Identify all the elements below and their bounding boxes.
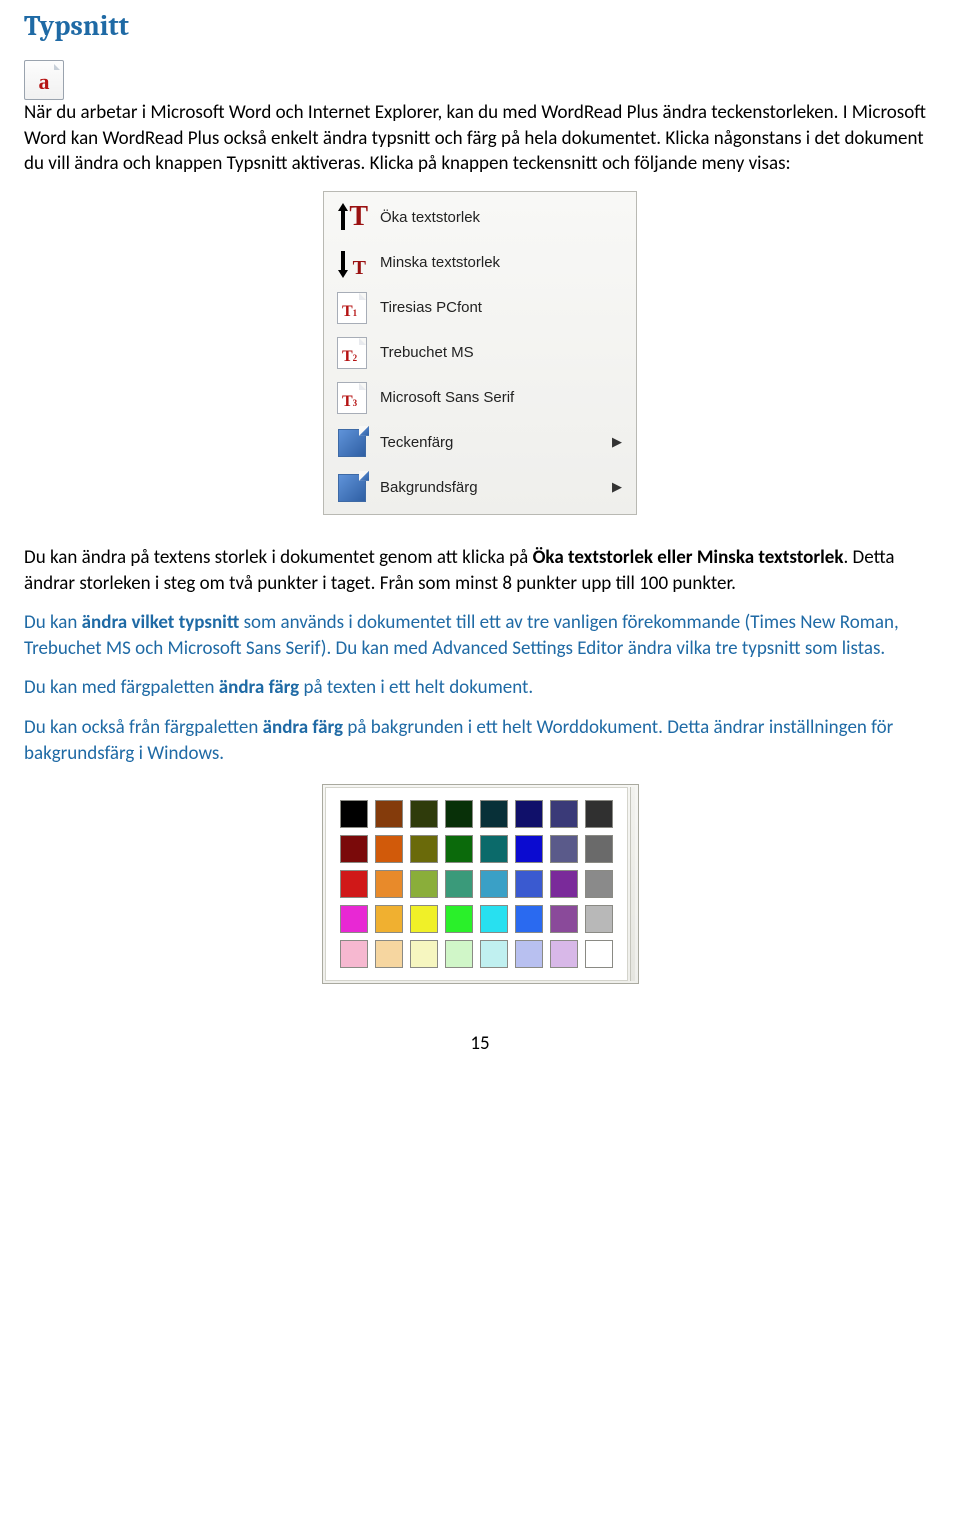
color-swatch[interactable] <box>480 905 508 933</box>
color-swatch[interactable] <box>445 835 473 863</box>
text: Du kan ändra på textens storlek i dokume… <box>24 546 533 569</box>
menu-item-decrease-size[interactable]: T Minska textstorlek <box>324 240 636 285</box>
color-swatch[interactable] <box>585 870 613 898</box>
color-swatch[interactable] <box>550 800 578 828</box>
color-palette-grid <box>340 800 613 968</box>
menu-item-label: Microsoft Sans Serif <box>374 389 628 406</box>
color-swatch[interactable] <box>515 835 543 863</box>
menu-item-background-color[interactable]: Bakgrundsfärg ▶ <box>324 465 636 510</box>
menu-item-label: Öka textstorlek <box>374 209 628 226</box>
color-swatch[interactable] <box>585 905 613 933</box>
color-swatch[interactable] <box>375 905 403 933</box>
color-swatch[interactable] <box>585 800 613 828</box>
color-swatch[interactable] <box>410 905 438 933</box>
chevron-right-icon: ▶ <box>612 480 628 495</box>
page-number: 15 <box>24 1032 936 1055</box>
color-swatch[interactable] <box>480 940 508 968</box>
color-swatch[interactable] <box>410 835 438 863</box>
paragraph-size: Du kan ändra på textens storlek i dokume… <box>24 545 936 596</box>
text-bold: ändra färg <box>219 676 299 699</box>
color-swatch[interactable] <box>515 800 543 828</box>
font-doc-icon: T1 <box>330 292 374 324</box>
color-swatch[interactable] <box>375 870 403 898</box>
color-swatch[interactable] <box>410 940 438 968</box>
text: på texten i ett helt dokument. <box>299 676 533 699</box>
color-icon <box>330 474 374 502</box>
color-swatch[interactable] <box>585 835 613 863</box>
text-bold: ändra färg <box>263 716 343 739</box>
color-swatch[interactable] <box>550 835 578 863</box>
color-swatch[interactable] <box>445 800 473 828</box>
color-swatch[interactable] <box>410 800 438 828</box>
color-swatch[interactable] <box>550 940 578 968</box>
typsnitt-menu: T Öka textstorlek T Minska textstorlek T… <box>323 191 637 515</box>
menu-item-text-color[interactable]: Teckenfärg ▶ <box>324 420 636 465</box>
decrease-text-size-icon: T <box>330 246 374 280</box>
color-swatch[interactable] <box>410 870 438 898</box>
increase-text-size-icon: T <box>330 201 374 235</box>
menu-item-label: Minska textstorlek <box>374 254 628 271</box>
paragraph-text-color: Du kan med färgpaletten ändra färg på te… <box>24 675 936 701</box>
font-doc-icon: T3 <box>330 382 374 414</box>
color-swatch[interactable] <box>375 800 403 828</box>
text-bold: Öka textstorlek eller Minska textstorlek <box>533 546 844 569</box>
intro-paragraph: När du arbetar i Microsoft Word och Inte… <box>24 100 936 177</box>
menu-item-font-3[interactable]: T3 Microsoft Sans Serif <box>324 375 636 420</box>
font-doc-icon: T2 <box>330 337 374 369</box>
color-swatch[interactable] <box>550 870 578 898</box>
color-swatch[interactable] <box>375 940 403 968</box>
color-swatch[interactable] <box>445 870 473 898</box>
menu-item-increase-size[interactable]: T Öka textstorlek <box>324 196 636 240</box>
color-swatch[interactable] <box>340 905 368 933</box>
text: Du kan <box>24 611 82 634</box>
color-swatch[interactable] <box>515 940 543 968</box>
window-resize-strip <box>630 787 635 981</box>
color-swatch[interactable] <box>340 870 368 898</box>
paragraph-font: Du kan ändra vilket typsnitt som används… <box>24 610 936 661</box>
color-swatch[interactable] <box>340 835 368 863</box>
menu-item-label: Tiresias PCfont <box>374 299 628 316</box>
menu-item-font-2[interactable]: T2 Trebuchet MS <box>324 330 636 375</box>
color-swatch[interactable] <box>515 905 543 933</box>
color-palette-window <box>322 784 639 984</box>
color-icon <box>330 429 374 457</box>
text-bold: ändra vilket typsnitt <box>82 611 240 634</box>
chevron-right-icon: ▶ <box>612 435 628 450</box>
color-swatch[interactable] <box>515 870 543 898</box>
color-swatch[interactable] <box>550 905 578 933</box>
text: Du kan också från färgpaletten <box>24 716 263 739</box>
section-title: Typsnitt <box>24 10 936 42</box>
typsnitt-toolbar-icon: a <box>24 60 64 100</box>
menu-item-label: Teckenfärg <box>374 434 612 451</box>
paragraph-bg-color: Du kan också från färgpaletten ändra fär… <box>24 715 936 766</box>
color-swatch[interactable] <box>480 835 508 863</box>
color-swatch[interactable] <box>445 905 473 933</box>
color-swatch[interactable] <box>340 940 368 968</box>
menu-item-label: Bakgrundsfärg <box>374 479 612 496</box>
text: Du kan med färgpaletten <box>24 676 219 699</box>
color-swatch[interactable] <box>585 940 613 968</box>
color-swatch[interactable] <box>480 870 508 898</box>
menu-item-font-1[interactable]: T1 Tiresias PCfont <box>324 285 636 330</box>
color-swatch[interactable] <box>340 800 368 828</box>
menu-item-label: Trebuchet MS <box>374 344 628 361</box>
color-swatch[interactable] <box>480 800 508 828</box>
color-swatch[interactable] <box>445 940 473 968</box>
color-swatch[interactable] <box>375 835 403 863</box>
